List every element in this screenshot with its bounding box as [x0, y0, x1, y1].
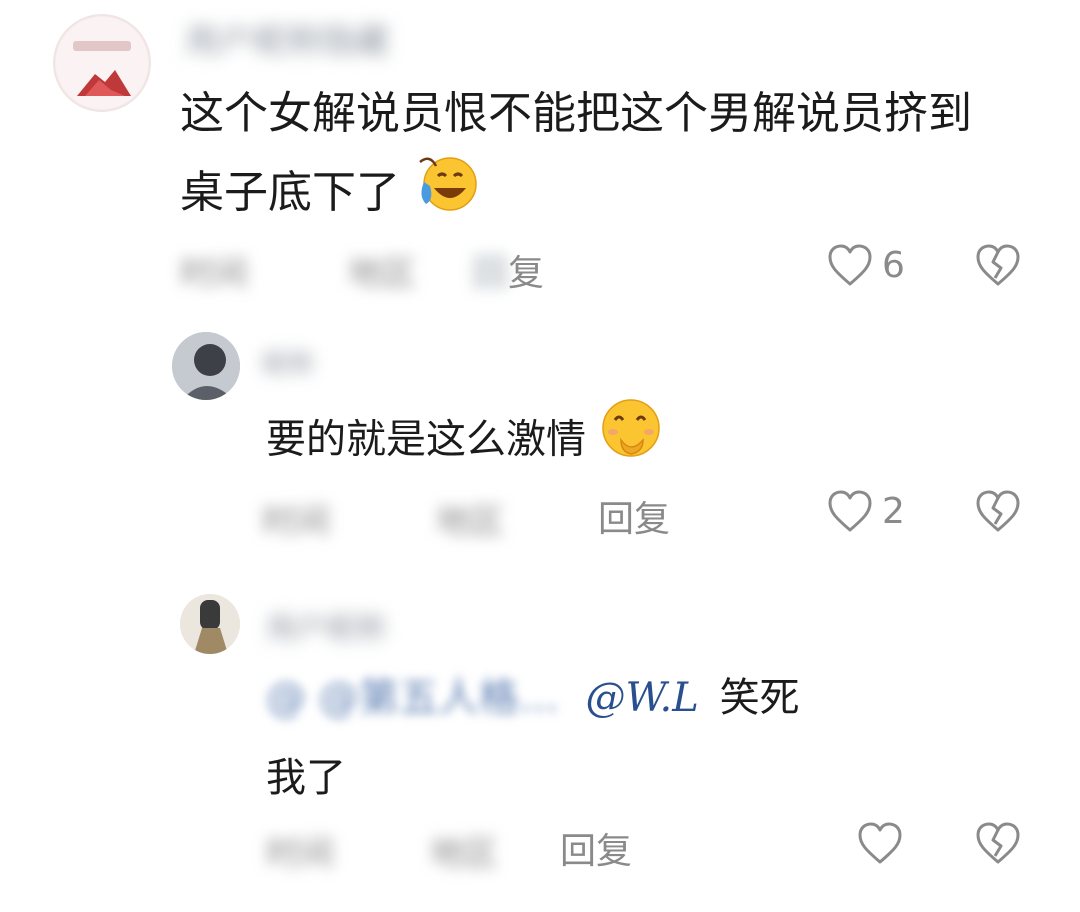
- heart-outline-icon: [828, 490, 872, 532]
- broken-heart-icon: [976, 244, 1020, 286]
- reply-button[interactable]: 回复: [472, 244, 544, 296]
- broken-heart-icon: [976, 490, 1020, 532]
- like-count: 6: [882, 244, 905, 286]
- reply-button[interactable]: 回复: [560, 822, 632, 874]
- reply-label-blurred: 回: [472, 253, 509, 294]
- mention-link[interactable]: @W.L: [585, 675, 698, 721]
- like-button[interactable]: 6: [826, 242, 905, 288]
- reply-text: 要的就是这么激情: [266, 396, 663, 487]
- reply-time: 时间: [266, 834, 334, 874]
- comment-text: 这个女解说员恨不能把这个男解说员挤到: [180, 74, 972, 154]
- avatar-image: [56, 17, 148, 109]
- reply-text-content: 要的就是这么激情: [266, 416, 586, 463]
- heart-outline-icon: [858, 822, 902, 864]
- dislike-button[interactable]: [974, 242, 1022, 292]
- reply-location: 地区: [430, 834, 498, 874]
- reply-text-continued: 我了: [266, 738, 346, 818]
- comment-text-line2: 桌子底下了: [180, 167, 400, 218]
- username[interactable]: 昵称: [262, 344, 314, 381]
- reply-text-content: 笑死: [719, 675, 800, 721]
- giggling-emoji: [599, 396, 663, 487]
- reply-text: @ @第五人格… @W.L 笑死: [266, 658, 800, 738]
- comment-time: 时间: [180, 254, 248, 294]
- reply-label: 复: [508, 253, 545, 294]
- avatar[interactable]: [53, 14, 151, 112]
- comment-location: 地区: [348, 254, 416, 294]
- avatar[interactable]: [172, 332, 240, 400]
- dislike-button[interactable]: [974, 820, 1022, 870]
- quoted-username[interactable]: @ @第五人格…: [266, 675, 559, 721]
- dislike-button[interactable]: [974, 488, 1022, 538]
- reply-button[interactable]: 回复: [598, 490, 670, 542]
- comment-text-continued: 桌子底下了: [180, 152, 480, 238]
- reply-text-line2: 我了: [266, 755, 346, 801]
- avatar-image: [172, 332, 240, 400]
- like-count: 2: [882, 490, 905, 532]
- reply-time: 时间: [262, 502, 330, 542]
- broken-heart-icon: [976, 822, 1020, 864]
- avatar[interactable]: [180, 594, 240, 654]
- like-button[interactable]: [856, 820, 904, 870]
- username[interactable]: 用户昵称隐藏: [185, 14, 389, 63]
- username[interactable]: 用户昵称: [266, 604, 386, 648]
- avatar-image: [180, 594, 240, 654]
- comment-text-line1: 这个女解说员恨不能把这个男解说员挤到: [180, 88, 972, 139]
- crying-laughing-emoji: [414, 152, 480, 238]
- like-button[interactable]: 2: [826, 488, 905, 534]
- reply-location: 地区: [436, 502, 504, 542]
- heart-outline-icon: [828, 244, 872, 286]
